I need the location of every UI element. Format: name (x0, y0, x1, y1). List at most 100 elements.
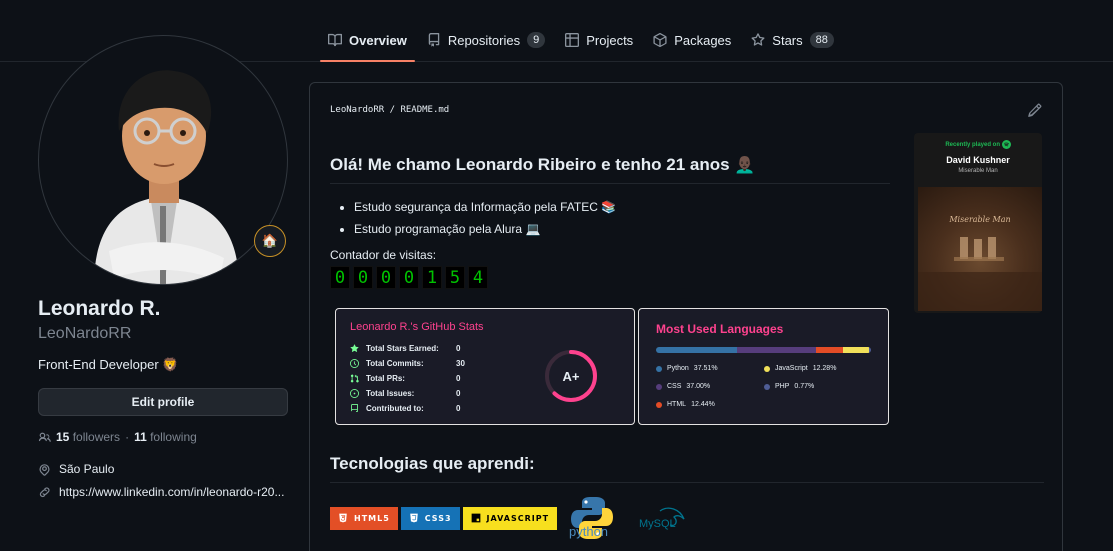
language-name: JavaScript (775, 365, 808, 372)
visit-counter-digit: 0 (353, 266, 373, 289)
stat-row-stars: Total Stars Earned: 0 (350, 344, 460, 353)
language-name: HTML (667, 401, 687, 408)
location-text: São Paulo (59, 462, 115, 476)
language-bar-segment (736, 347, 817, 353)
tab-stars[interactable]: Stars 88 (743, 18, 842, 62)
stat-row-commits: Total Commits: 30 (350, 359, 465, 368)
visit-counter-digit: 0 (399, 266, 419, 289)
stat-label: Total Issues: (366, 389, 415, 398)
list-item: Estudo programação pela Alura 💻 (354, 218, 616, 240)
tab-projects-label: Projects (586, 32, 634, 48)
tab-repositories[interactable]: Repositories 9 (419, 18, 553, 62)
follow-separator: · (125, 430, 130, 444)
star-icon (350, 344, 359, 353)
status-emoji-button[interactable]: 🏠 (254, 225, 286, 257)
following-label: following (150, 430, 197, 444)
readme-breadcrumb: LeoNardoRR / README.md (330, 105, 449, 115)
language-percent: 12.44% (691, 401, 715, 408)
spotify-label: Recently played on (945, 142, 1000, 149)
repo-icon (351, 404, 358, 412)
language-name: Python (667, 365, 689, 372)
language-bar-segment (842, 347, 870, 353)
spotify-icon (1001, 140, 1011, 149)
issue-icon (350, 389, 359, 398)
following-link[interactable]: 11 following (134, 430, 197, 444)
stat-value: 0 (456, 344, 461, 353)
tab-repositories-label: Repositories (447, 32, 521, 48)
clock-icon (350, 359, 359, 368)
package-icon (653, 33, 667, 47)
tab-packages-label: Packages (674, 32, 732, 48)
language-name: CSS (667, 383, 682, 390)
visit-counter-digit: 0 (330, 266, 350, 289)
website-link[interactable]: https://www.linkedin.com/in/leonardo-r20… (59, 485, 284, 499)
visit-counter-digit: 1 (422, 266, 442, 289)
language-percent: 37.00% (686, 383, 711, 390)
album-cover-art (918, 237, 1042, 311)
javascript-badge: JAVASCRIPT (462, 506, 558, 530)
github-stats-card[interactable]: Leonardo R.'s GitHub Stats Total Stars E… (335, 308, 635, 425)
spotify-header: Recently played on (914, 140, 1042, 149)
house-icon: 🏠 (261, 233, 279, 248)
tab-overview[interactable]: Overview (320, 18, 415, 62)
edit-profile-button[interactable]: Edit profile (38, 388, 288, 416)
pull-request-icon (350, 374, 359, 383)
visit-counter: 0 0 0 0 1 5 4 (330, 266, 488, 289)
stat-label: Total Commits: (366, 359, 424, 368)
language-item: Python 37.51% (656, 365, 718, 372)
readme-card: LeoNardoRR / README.md Olá! Me chamo Leo… (309, 82, 1063, 551)
badge-label: HTML5 (354, 513, 390, 523)
stars-count-badge: 88 (809, 32, 834, 48)
tab-packages[interactable]: Packages (645, 18, 739, 62)
visit-counter-digit: 0 (376, 266, 396, 289)
language-item: CSS 37.00% (656, 383, 710, 390)
website-row: https://www.linkedin.com/in/leonardo-r20… (38, 485, 290, 499)
pencil-icon[interactable] (1028, 103, 1042, 117)
language-item: PHP 0.77% (764, 383, 814, 390)
language-dot (656, 383, 662, 390)
profile-sidebar: 🏠 Leonardo R. LeoNardoRR Front-End Devel… (38, 35, 290, 499)
profile-page: Overview Repositories 9 Projects Package… (0, 0, 1113, 551)
readme-bullet-list: Estudo segurança da Informação pela FATE… (354, 196, 616, 240)
follow-stats: 15 followers · 11 following (38, 430, 290, 444)
tab-projects[interactable]: Projects (557, 18, 641, 62)
technologies-heading: Tecnologias que aprendi: (330, 454, 1044, 483)
star-icon (751, 33, 765, 46)
language-dot (656, 401, 662, 408)
profile-bio: Front-End Developer 🦁 (38, 357, 179, 372)
location-icon (39, 463, 50, 476)
avatar[interactable] (38, 35, 288, 285)
language-dot (764, 383, 770, 390)
tab-stars-label: Stars (772, 32, 803, 48)
language-percent: 37.51% (693, 365, 718, 372)
language-name: PHP (775, 383, 790, 390)
badge-label: CSS3 (424, 513, 452, 523)
badge-label: JAVASCRIPT (486, 513, 550, 523)
stat-label: Total Stars Earned: (366, 344, 439, 353)
language-bar-segment (816, 347, 843, 353)
profile-tabs: Overview Repositories 9 Projects Package… (320, 18, 842, 62)
stat-value: 30 (456, 359, 465, 368)
css3-icon (410, 513, 418, 523)
top-languages-card[interactable]: Most Used Languages Python 37.51% JavaSc… (638, 308, 889, 425)
html5-icon (339, 513, 347, 523)
stat-row-contributed: Contributed to: 0 (350, 404, 460, 413)
languages-bar (656, 347, 871, 353)
followers-link[interactable]: 15 followers (56, 430, 120, 444)
language-item: JavaScript 12.28% (764, 365, 836, 372)
stat-label: Total PRs: (366, 374, 405, 383)
language-percent: 0.77% (794, 383, 815, 390)
avatar-container: 🏠 (38, 35, 294, 291)
repo-icon (428, 33, 440, 47)
stat-label: Contributed to: (366, 404, 424, 413)
link-icon (39, 486, 50, 497)
followers-label: followers (72, 430, 121, 444)
readme-owner-link[interactable]: LeoNardoRR (330, 105, 384, 115)
breadcrumb-separator: / (384, 105, 401, 115)
language-bar-segment (656, 347, 737, 353)
spotify-recently-played-card[interactable]: Recently played on David Kushner Miserab… (914, 133, 1042, 313)
css3-badge: CSS3 (400, 506, 460, 530)
readme-heading: Olá! Me chamo Leonardo Ribeiro e tenho 2… (330, 155, 890, 184)
html5-badge: HTML5 (330, 506, 398, 530)
readme-file-name: README.md (400, 105, 450, 115)
